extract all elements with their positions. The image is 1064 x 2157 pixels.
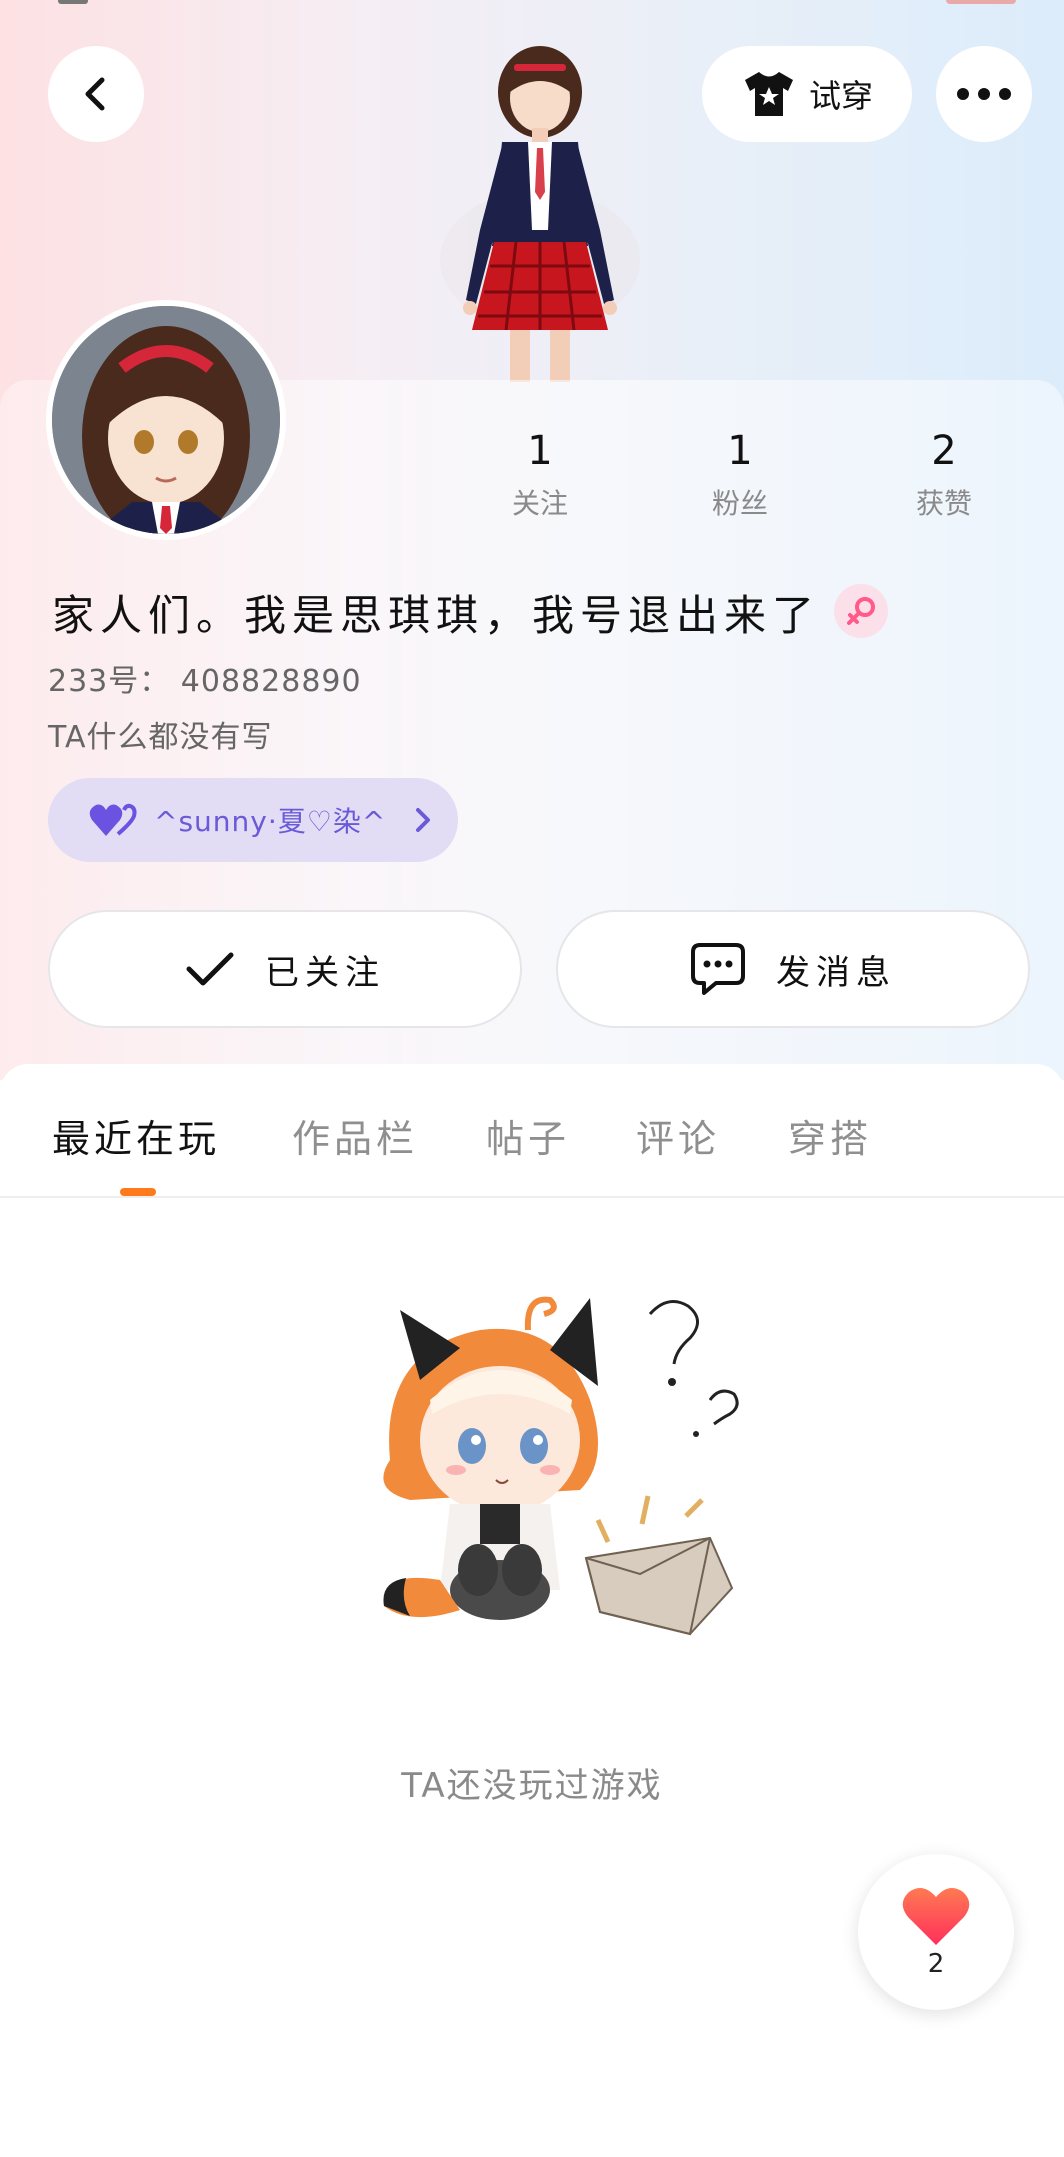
tab-comments[interactable]: 评论	[636, 1108, 720, 1163]
status-bar	[0, 0, 1064, 6]
group-badge[interactable]: ^sunny·夏♡染^	[48, 778, 458, 862]
stat-followers[interactable]: 1 粉丝	[680, 428, 800, 522]
tab-outfits[interactable]: 穿搭	[788, 1108, 872, 1163]
tab-posts[interactable]: 帖子	[486, 1108, 570, 1163]
user-id: 233号： 408828890	[48, 664, 362, 699]
battery-indicator	[946, 0, 1016, 4]
like-button[interactable]: 2	[858, 1854, 1014, 2010]
stat-followers-label: 粉丝	[711, 487, 768, 520]
stat-followers-count: 1	[727, 428, 753, 474]
profile-stats: 1 关注 1 粉丝 2 获赞	[480, 428, 1040, 538]
tshirt-icon	[744, 72, 793, 116]
more-options-button[interactable]	[936, 46, 1032, 142]
send-message-label: 发消息	[776, 952, 896, 993]
bio: TA什么都没有写	[48, 720, 273, 755]
stat-following-count: 1	[527, 428, 553, 474]
try-on-button[interactable]: 试穿	[702, 46, 912, 142]
avatar-image	[52, 306, 280, 546]
chat-bubble-icon	[691, 943, 745, 995]
group-name: ^sunny·夏♡染^	[154, 805, 387, 838]
nickname: 家人们。我是思琪琪，我号退出来了	[52, 591, 821, 640]
content-tabs: 最近在玩 作品栏 帖子 评论 穿搭	[0, 1064, 1064, 1198]
followed-button[interactable]: 已关注	[48, 910, 522, 1028]
heart-icon	[902, 1888, 970, 1945]
stat-likes-count: 2	[931, 428, 957, 474]
followed-label: 已关注	[265, 952, 385, 993]
stat-likes[interactable]: 2 获赞	[884, 428, 1004, 522]
tab-works[interactable]: 作品栏	[292, 1108, 418, 1163]
like-count: 2	[927, 1949, 945, 1979]
gender-badge	[834, 584, 888, 638]
back-arrow-icon	[85, 77, 105, 111]
active-tab-indicator	[120, 1188, 156, 1196]
empty-state-illustration	[383, 1296, 739, 1636]
avatar-3d-figure[interactable]	[410, 30, 670, 382]
stat-following-label: 关注	[511, 487, 568, 520]
try-on-label: 试穿	[808, 77, 873, 115]
chevron-right-icon	[416, 808, 431, 832]
hearts-icon	[89, 803, 137, 836]
status-indicator-left	[58, 0, 88, 4]
stat-likes-label: 获赞	[915, 487, 972, 520]
check-icon	[186, 952, 234, 986]
empty-state-text: TA还没玩过游戏	[401, 1766, 663, 1806]
profile-page: 试穿 1 关注 1 粉丝 2 获赞 家人们。我是思琪琪，我号退出来了 233号：…	[0, 0, 1064, 2157]
stat-following[interactable]: 1 关注	[480, 428, 600, 522]
more-dots-icon	[957, 88, 1011, 100]
avatar[interactable]	[46, 300, 286, 546]
female-icon	[847, 597, 875, 625]
back-button[interactable]	[48, 46, 144, 142]
send-message-button[interactable]: 发消息	[556, 910, 1030, 1028]
tab-recently-played[interactable]: 最近在玩	[52, 1108, 220, 1163]
